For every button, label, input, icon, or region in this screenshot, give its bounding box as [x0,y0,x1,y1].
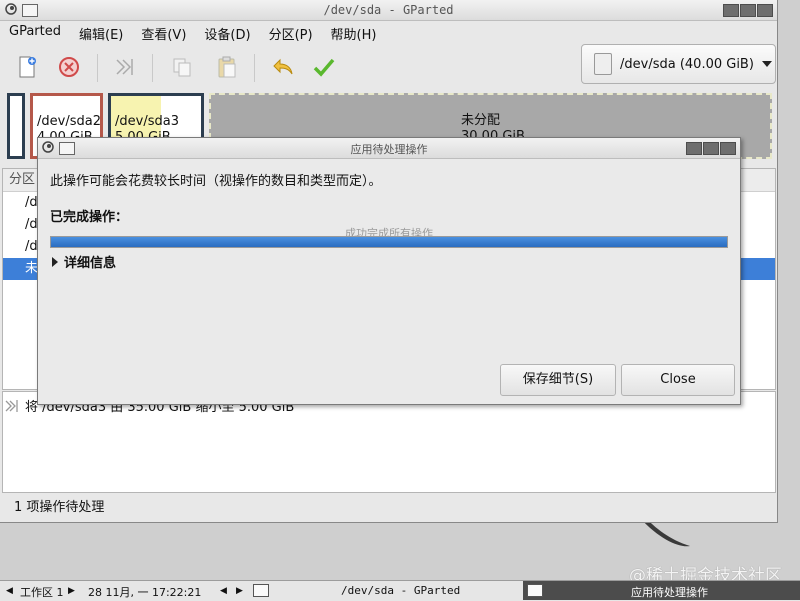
workspace-next-icon[interactable]: ▶ [68,586,75,596]
delete-partition-button[interactable] [54,52,84,82]
apply-icon [313,58,335,77]
details-label: 详细信息 [64,256,117,271]
undo-button[interactable] [268,52,298,82]
close-button[interactable] [757,4,773,17]
toolbar: /dev/sda (40.00 GiB) [0,44,777,90]
task-next-icon[interactable]: ▶ [236,586,243,596]
maximize-button[interactable] [740,4,756,17]
device-selector[interactable]: /dev/sda (40.00 GiB) [581,44,776,84]
taskbar-item-label: 应用待处理操作 [631,586,708,599]
menubar: GParted 编辑(E) 查看(V) 设备(D) 分区(P) 帮助(H) [0,21,777,43]
copy-icon [173,58,191,77]
taskbar: ◀ 工作区 1 ▶ 28 11月, 一 17:22:21 ◀ ▶ /dev/sd… [0,580,800,601]
paste-icon [218,56,236,78]
device-selector-label: /dev/sda (40.00 GiB) [620,56,754,72]
menu-gparted[interactable]: GParted [0,21,70,43]
paste-button[interactable] [212,52,242,82]
dialog-message: 此操作可能会花费较长时间（视操作的数目和类型而定）。 [50,174,382,189]
app-icon [253,584,269,597]
task-prev-icon[interactable]: ◀ [220,586,227,596]
taskbar-item-label: /dev/sda - GParted [341,584,461,597]
dropdown-arrow-icon [761,61,772,67]
apply-operations-dialog: 应用待处理操作 此操作可能会花费较长时间（视操作的数目和类型而定）。 已完成操作… [37,137,741,405]
main-titlebar[interactable]: /dev/sda - GParted [0,0,777,21]
clock[interactable]: 28 11月, 一 17:22:21 [88,584,201,600]
save-details-button[interactable]: 保存细节(S) [500,364,616,396]
progress-bar-fill [51,237,727,247]
toolbar-separator [152,54,153,82]
undo-icon [273,58,293,75]
copy-button[interactable] [167,52,197,82]
new-icon [19,56,36,78]
new-partition-button[interactable] [12,52,42,82]
minimize-button[interactable] [723,4,739,17]
expander-arrow-icon [52,256,58,267]
resize-move-icon [116,59,133,75]
close-button[interactable] [720,142,736,155]
workspace-label[interactable]: 工作区 1 [20,584,64,600]
minimize-button[interactable] [686,142,702,155]
partition-name: /dev/sda3 [115,114,179,129]
menu-view[interactable]: 查看(V) [132,21,195,43]
menu-help[interactable]: 帮助(H) [322,21,386,43]
taskbar-item-dialog[interactable]: 应用待处理操作 [523,581,800,600]
menu-partition[interactable]: 分区(P) [260,21,322,43]
workspace-arrow-icon[interactable]: ◀ [6,586,13,596]
resize-move-icon [5,399,18,412]
toolbar-separator [254,54,255,82]
taskbar-item-gparted[interactable]: /dev/sda - GParted [249,581,519,600]
close-dialog-button[interactable]: Close [621,364,735,396]
resize-move-button[interactable] [110,52,140,82]
maximize-button[interactable] [703,142,719,155]
status-bar: 1 项操作待处理 [14,500,105,515]
disk-partition-sda1[interactable] [7,93,25,159]
completed-operations-label: 已完成操作： [50,210,129,225]
details-expander[interactable]: 详细信息 [52,252,116,271]
partition-name: /dev/sda2 [37,114,101,129]
toolbar-separator [97,54,98,82]
progress-bar [50,236,728,248]
menu-edit[interactable]: 编辑(E) [70,21,132,43]
pending-operations-pane: 将 /dev/sda3 由 35.00 GiB 缩小至 5.00 GiB [2,391,776,493]
dialog-titlebar[interactable]: 应用待处理操作 [38,138,740,159]
delete-icon [59,57,79,77]
disk-icon [594,53,612,75]
dialog-title: 应用待处理操作 [350,143,428,156]
main-window-title: /dev/sda - GParted [323,3,454,17]
menu-device[interactable]: 设备(D) [195,21,259,43]
partition-name: 未分配 [461,113,501,128]
app-icon [527,584,543,597]
apply-button[interactable] [309,52,339,82]
